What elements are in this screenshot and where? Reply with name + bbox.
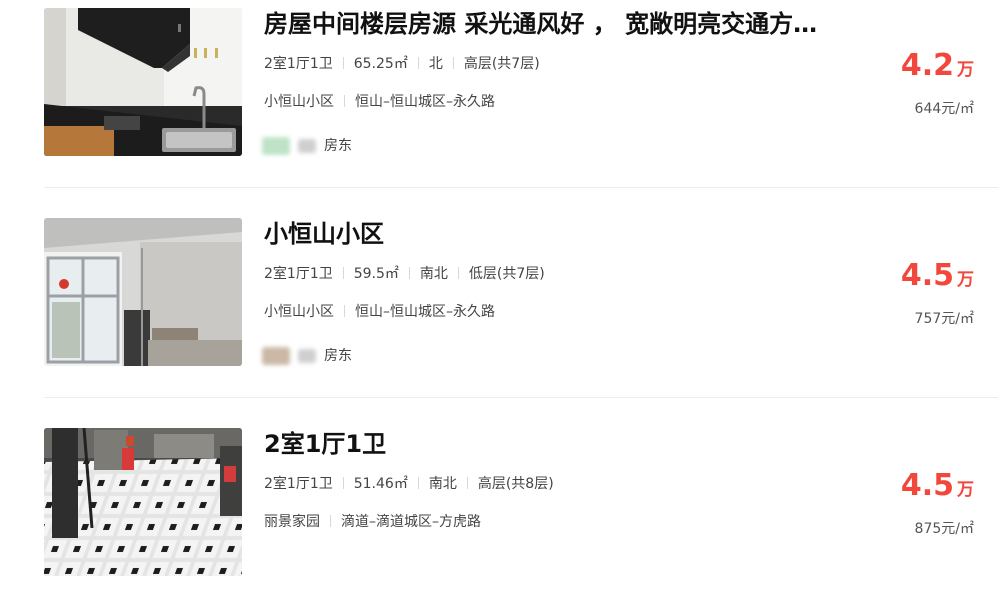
district: 滴道–滴道城区–方虎路: [341, 514, 481, 530]
divider: [44, 397, 998, 398]
district: 恒山–恒山城区–永久路: [355, 304, 495, 320]
blurred-badge-icon: [298, 139, 316, 153]
blurred-avatar-icon: [262, 137, 290, 155]
unit-price: 757元/㎡: [914, 311, 974, 327]
divider: [342, 267, 344, 279]
floor-area: 59.5㎡: [353, 266, 399, 282]
orientation: 南北: [428, 476, 457, 492]
divider: [342, 57, 344, 69]
total-price: 4.5 万: [901, 258, 974, 294]
listing-title[interactable]: 房屋中间楼层房源 采光通风好 ， 宽敞明亮交通方…: [264, 8, 904, 40]
total-price: 4.5 万: [901, 468, 974, 504]
listing-title[interactable]: 2室1厅1卫: [264, 428, 904, 460]
unit-price: 644元/㎡: [914, 101, 974, 117]
owner-info: 房东: [262, 136, 352, 156]
divider: [452, 57, 454, 69]
listing-title[interactable]: 小恒山小区: [264, 218, 904, 250]
price-unit: 万: [957, 60, 974, 80]
listing-card[interactable]: 2室1厅1卫 2室1厅1卫 51.46㎡ 南北 高层(共8层) 丽景家园 滴道–滴道城区…: [44, 428, 998, 578]
floor-area: 65.25㎡: [353, 56, 408, 72]
divider: [330, 515, 331, 527]
floor-level: 高层(共7层): [463, 56, 540, 72]
owner-label: 房东: [324, 348, 352, 364]
price-value: 4.5: [900, 258, 954, 293]
room-layout: 2室1厅1卫: [264, 476, 333, 492]
price-value: 4.5: [900, 468, 954, 503]
blurred-avatar-icon: [262, 347, 290, 365]
divider: [44, 187, 998, 188]
total-price: 4.2 万: [901, 48, 974, 84]
community-name[interactable]: 小恒山小区: [264, 304, 334, 320]
listing-card[interactable]: 房屋中间楼层房源 采光通风好 ， 宽敞明亮交通方… 2室1厅1卫 65.25㎡ 北 高…: [44, 8, 998, 158]
listing-specs: 2室1厅1卫 51.46㎡ 南北 高层(共8层): [264, 474, 554, 494]
divider: [417, 477, 419, 489]
floor-level: 高层(共8层): [477, 476, 554, 492]
tiled-floor-room-photo[interactable]: [44, 428, 242, 576]
listing-specs: 2室1厅1卫 59.5㎡ 南北 低层(共7层): [264, 264, 545, 284]
listing-location: 小恒山小区 恒山–恒山城区–永久路: [264, 92, 495, 112]
price-unit: 万: [957, 480, 974, 500]
floor-area: 51.46㎡: [353, 476, 408, 492]
divider: [417, 57, 419, 69]
owner-label: 房东: [324, 138, 352, 154]
listing-card[interactable]: 小恒山小区 2室1厅1卫 59.5㎡ 南北 低层(共7层) 小恒山小区 恒山–恒山城区–…: [44, 218, 998, 368]
owner-info: 房东: [262, 346, 352, 366]
divider: [342, 477, 344, 489]
orientation: 南北: [419, 266, 448, 282]
listing-list: 房屋中间楼层房源 采光通风好 ， 宽敞明亮交通方… 2室1厅1卫 65.25㎡北高…: [0, 0, 1004, 603]
price-value: 4.2: [900, 48, 954, 83]
divider: [408, 267, 410, 279]
floor-level: 低层(共7层): [468, 266, 545, 282]
room-layout: 2室1厅1卫: [264, 56, 333, 72]
divider: [466, 477, 468, 489]
listing-location: 小恒山小区 恒山–恒山城区–永久路: [264, 302, 495, 322]
orientation: 北: [428, 56, 443, 72]
divider: [344, 305, 345, 317]
unit-price: 875元/㎡: [914, 521, 974, 537]
listing-location: 丽景家园 滴道–滴道城区–方虎路: [264, 512, 481, 532]
kitchen-photo[interactable]: [44, 8, 242, 156]
divider: [344, 95, 345, 107]
divider: [457, 267, 459, 279]
price-unit: 万: [957, 270, 974, 290]
community-name[interactable]: 丽景家园: [264, 514, 320, 530]
community-name[interactable]: 小恒山小区: [264, 94, 334, 110]
district: 恒山–恒山城区–永久路: [355, 94, 495, 110]
listing-specs: 2室1厅1卫 65.25㎡ 北 高层(共7层): [264, 54, 540, 74]
empty-room-photo[interactable]: [44, 218, 242, 366]
blurred-badge-icon: [298, 349, 316, 363]
room-layout: 2室1厅1卫: [264, 266, 333, 282]
